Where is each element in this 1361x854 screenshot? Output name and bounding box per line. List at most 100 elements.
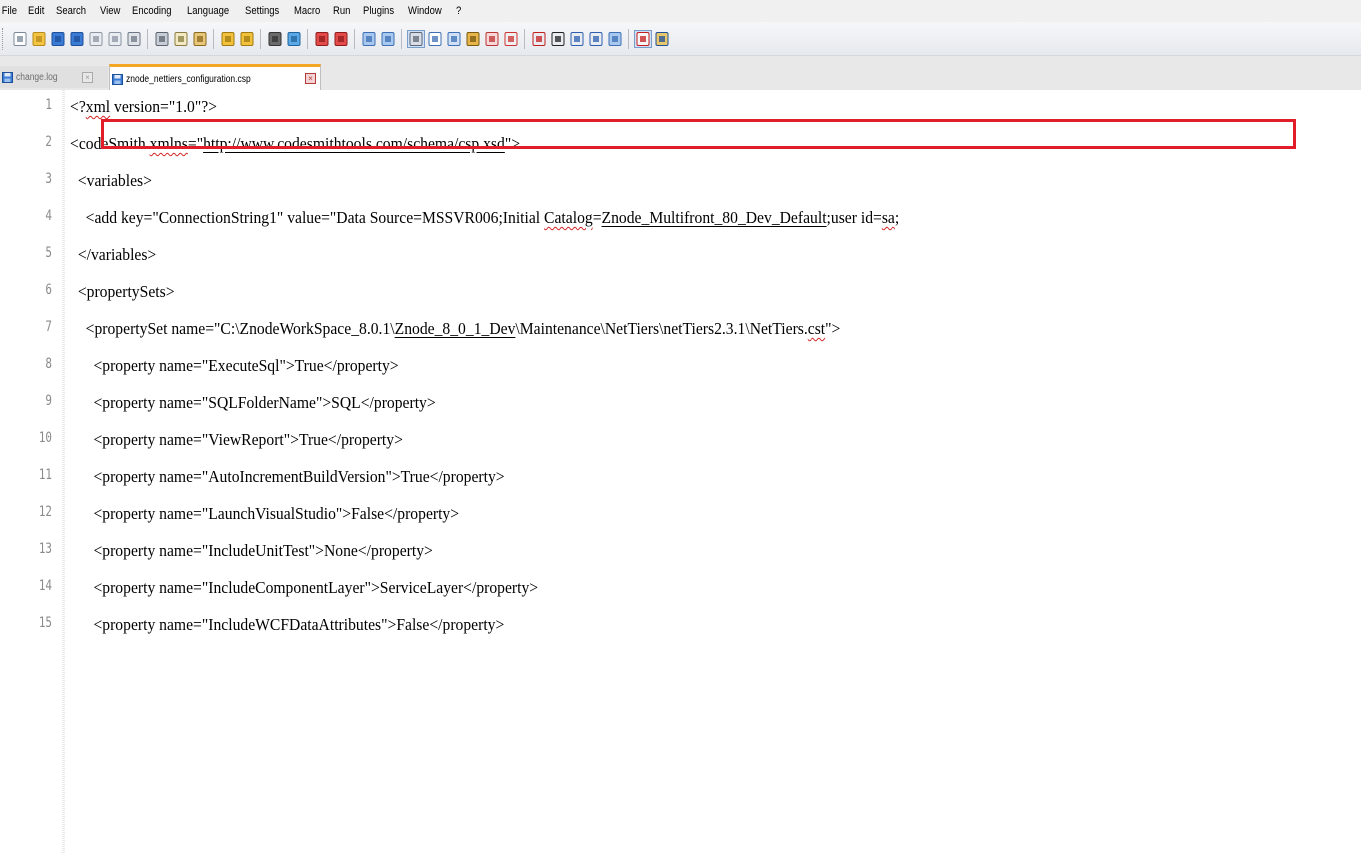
find-icon[interactable] [267,31,283,47]
code-text: <property name="ExecuteSql">True</proper… [70,356,399,375]
menu-encoding[interactable]: Encoding [126,0,177,22]
line-number: 12 [38,504,52,520]
undo-icon[interactable] [220,31,236,47]
line-number: 10 [38,430,52,446]
save-macro-icon[interactable] [607,31,623,47]
toolbar-separator [354,28,355,49]
toolbar-separator [628,28,629,49]
function-list-icon[interactable] [503,31,519,47]
copy-icon[interactable] [173,31,189,47]
code-line[interactable]: 15 <property name="IncludeWCFDataAttribu… [0,608,1361,645]
code-line[interactable]: 3 <variables> [0,164,1361,201]
code-text: <property name="AutoIncrementBuildVersio… [70,467,505,486]
print-icon[interactable] [126,31,142,47]
menu-window[interactable]: Window [402,0,448,22]
code-line[interactable]: 4 <add key="ConnectionString1" value="Da… [0,201,1361,238]
code-line[interactable]: 14 <property name="IncludeComponentLayer… [0,571,1361,608]
line-number: 2 [45,134,52,150]
code-text: <property name="IncludeUnitTest">None</p… [70,541,433,560]
word-wrap-icon[interactable] [406,29,425,48]
menu-macro[interactable]: Macro [288,0,326,22]
toolbar-grip[interactable] [2,27,7,50]
zoom-out-icon[interactable] [333,31,349,47]
code-text: <add key="ConnectionString1" value="Data… [70,208,900,227]
menu-search[interactable]: Search [50,0,92,22]
menu-help[interactable]: ? [450,0,467,22]
toolbar-separator [147,28,148,49]
line-number: 9 [45,393,52,409]
spell-check-settings-icon[interactable] [654,31,670,47]
line-number: 6 [45,282,52,298]
spell-check-icon[interactable] [633,29,652,48]
sync-horizontal-scroll-icon[interactable] [380,31,396,47]
menu-plugins[interactable]: Plugins [357,0,400,22]
code-line[interactable]: 12 <property name="LaunchVisualStudio">F… [0,497,1361,534]
code-editor[interactable]: 1 <?xml version="1.0"?> 2 <codeSmith xmlns=… [0,90,1361,854]
code-text: <propertySets> [70,282,175,301]
code-text: <variables> [70,171,152,190]
code-line[interactable]: 5 </variables> [0,238,1361,275]
code-line[interactable]: 2 <codeSmith xmlns="http://www.codesmitht… [0,127,1361,164]
record-macro-icon[interactable] [531,31,547,47]
indent-guide-icon[interactable] [446,31,462,47]
code-line[interactable]: 10 <property name="ViewReport">True</pro… [0,423,1361,460]
tab-change-log[interactable]: change.log × [0,66,108,88]
menu-file[interactable]: File [0,0,23,22]
close-icon[interactable]: × [82,72,93,83]
menu-settings[interactable]: Settings [239,0,285,22]
stop-recording-icon[interactable] [550,31,566,47]
line-number: 4 [45,208,52,224]
close-all-icon[interactable] [107,31,123,47]
save-all-icon[interactable] [69,31,85,47]
code-text: <propertySet name="C:\ZnodeWorkSpace_8.0… [70,319,841,338]
code-line[interactable]: 6 <propertySets> [0,275,1361,312]
toolbar-separator [260,28,261,49]
document-map-icon[interactable] [484,31,500,47]
toolbar-separator [401,28,402,49]
code-line[interactable]: 11 <property name="AutoIncrementBuildVer… [0,460,1361,497]
save-icon[interactable] [50,31,66,47]
line-number: 14 [38,578,52,594]
tab-label: change.log [16,71,58,83]
zoom-in-icon[interactable] [314,31,330,47]
code-line[interactable]: 7 <propertySet name="C:\ZnodeWorkSpace_8… [0,312,1361,349]
close-icon[interactable]: × [305,73,316,84]
new-file-icon[interactable] [12,31,28,47]
tab-znode-nettiers-configuration[interactable]: znode_nettiers_configuration.csp × [109,64,321,91]
saved-file-icon [2,71,13,83]
code-line[interactable]: 1 <?xml version="1.0"?> [0,90,1361,127]
close-icon[interactable] [88,31,104,47]
line-number: 3 [45,171,52,187]
line-number: 11 [38,467,52,483]
cut-icon[interactable] [154,31,170,47]
replace-icon[interactable] [286,31,302,47]
open-file-icon[interactable] [31,31,47,47]
toolbar-separator [524,28,525,49]
user-defined-language-icon[interactable] [465,31,481,47]
line-number: 15 [38,615,52,631]
show-all-characters-icon[interactable] [427,31,443,47]
code-text: <property name="IncludeWCFDataAttributes… [70,615,505,634]
code-line[interactable]: 8 <property name="ExecuteSql">True</prop… [0,349,1361,386]
paste-icon[interactable] [192,31,208,47]
menu-language[interactable]: Language [181,0,235,22]
code-line[interactable]: 13 <property name="IncludeUnitTest">None… [0,534,1361,571]
redo-icon[interactable] [239,31,255,47]
playback-macro-icon[interactable] [569,31,585,47]
code-text: <property name="IncludeComponentLayer">S… [70,578,539,597]
code-text: <codeSmith xmlns="http://www.codesmithto… [70,134,521,153]
saved-file-icon [112,73,123,85]
run-macro-multiple-icon[interactable] [588,31,604,47]
line-number: 1 [45,97,52,113]
menu-view[interactable]: View [94,0,126,22]
line-number: 8 [45,356,52,372]
tab-bar: change.log × znode_nettiers_configuratio… [0,56,1361,91]
code-text: <property name="LaunchVisualStudio">Fals… [70,504,460,523]
menu-run[interactable]: Run [327,0,356,22]
toolbar [0,22,1361,56]
sync-vertical-scroll-icon[interactable] [361,31,377,47]
code-text: </variables> [70,245,157,264]
menu-edit[interactable]: Edit [22,0,50,22]
code-text: <?xml version="1.0"?> [70,97,217,116]
code-line[interactable]: 9 <property name="SQLFolderName">SQL</pr… [0,386,1361,423]
